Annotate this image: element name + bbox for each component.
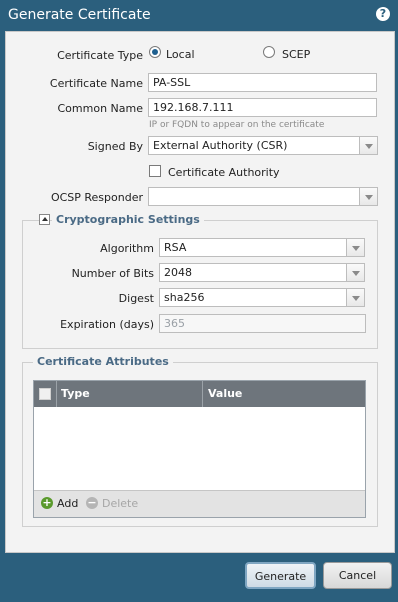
- algorithm-label: Algorithm: [100, 242, 154, 255]
- certificate-authority-checkbox[interactable]: [149, 165, 161, 177]
- column-header-type[interactable]: Type: [61, 381, 90, 407]
- digest-chevron-down-icon[interactable]: [346, 288, 365, 307]
- certificate-attributes-legend: Certificate Attributes: [33, 355, 173, 368]
- algorithm-chevron-down-icon[interactable]: [346, 238, 365, 257]
- attributes-table: Type Value + Add − Delete: [33, 380, 366, 518]
- delete-icon: −: [86, 496, 98, 509]
- radio-scep-label: SCEP: [282, 48, 311, 61]
- certificate-name-input[interactable]: PA-SSL: [148, 73, 377, 92]
- generate-button[interactable]: Generate: [245, 562, 316, 589]
- attributes-table-toolbar: + Add − Delete: [34, 490, 365, 517]
- number-of-bits-label: Number of Bits: [71, 267, 154, 280]
- common-name-hint: IP or FQDN to appear on the certificate: [149, 120, 325, 130]
- dialog-title: Generate Certificate: [8, 7, 151, 23]
- digest-select[interactable]: sha256: [159, 288, 347, 307]
- radio-local[interactable]: [149, 46, 161, 58]
- ocsp-responder-chevron-down-icon[interactable]: [359, 187, 378, 206]
- signed-by-label: Signed By: [87, 140, 143, 153]
- delete-button: Delete: [102, 497, 139, 510]
- help-icon[interactable]: ?: [376, 7, 390, 21]
- signed-by-select[interactable]: External Authority (CSR): [148, 136, 360, 155]
- digest-label: Digest: [118, 292, 154, 305]
- certificate-type-label: Certificate Type: [57, 49, 143, 62]
- signed-by-chevron-down-icon[interactable]: [359, 136, 378, 155]
- number-of-bits-select[interactable]: 2048: [159, 263, 347, 282]
- cancel-button[interactable]: Cancel: [323, 562, 392, 589]
- cryptographic-settings-legend: Cryptographic Settings: [52, 213, 204, 226]
- certificate-authority-label: Certificate Authority: [168, 166, 280, 179]
- attributes-table-header: Type Value: [34, 381, 365, 407]
- number-of-bits-chevron-down-icon[interactable]: [346, 263, 365, 282]
- collapse-icon[interactable]: [39, 214, 50, 225]
- column-header-value[interactable]: Value: [208, 381, 242, 407]
- certificate-name-label: Certificate Name: [49, 77, 143, 90]
- add-button[interactable]: Add: [57, 497, 78, 510]
- dialog-body: Certificate Type Local SCEP Certificate …: [5, 31, 395, 553]
- column-divider: [56, 381, 57, 407]
- expiration-label: Expiration (days): [60, 318, 154, 331]
- select-all-checkbox[interactable]: [39, 388, 51, 400]
- ocsp-responder-select[interactable]: [148, 187, 360, 206]
- algorithm-select[interactable]: RSA: [159, 238, 347, 257]
- add-icon[interactable]: +: [41, 497, 53, 509]
- common-name-label: Common Name: [57, 102, 144, 115]
- radio-local-label: Local: [166, 48, 195, 61]
- radio-scep[interactable]: [263, 46, 275, 58]
- common-name-input[interactable]: 192.168.7.111: [148, 98, 377, 117]
- expiration-input[interactable]: 365: [159, 314, 366, 333]
- ocsp-responder-label: OCSP Responder: [50, 191, 143, 204]
- column-divider: [202, 381, 203, 407]
- dialog-titlebar: Generate Certificate ?: [0, 0, 398, 30]
